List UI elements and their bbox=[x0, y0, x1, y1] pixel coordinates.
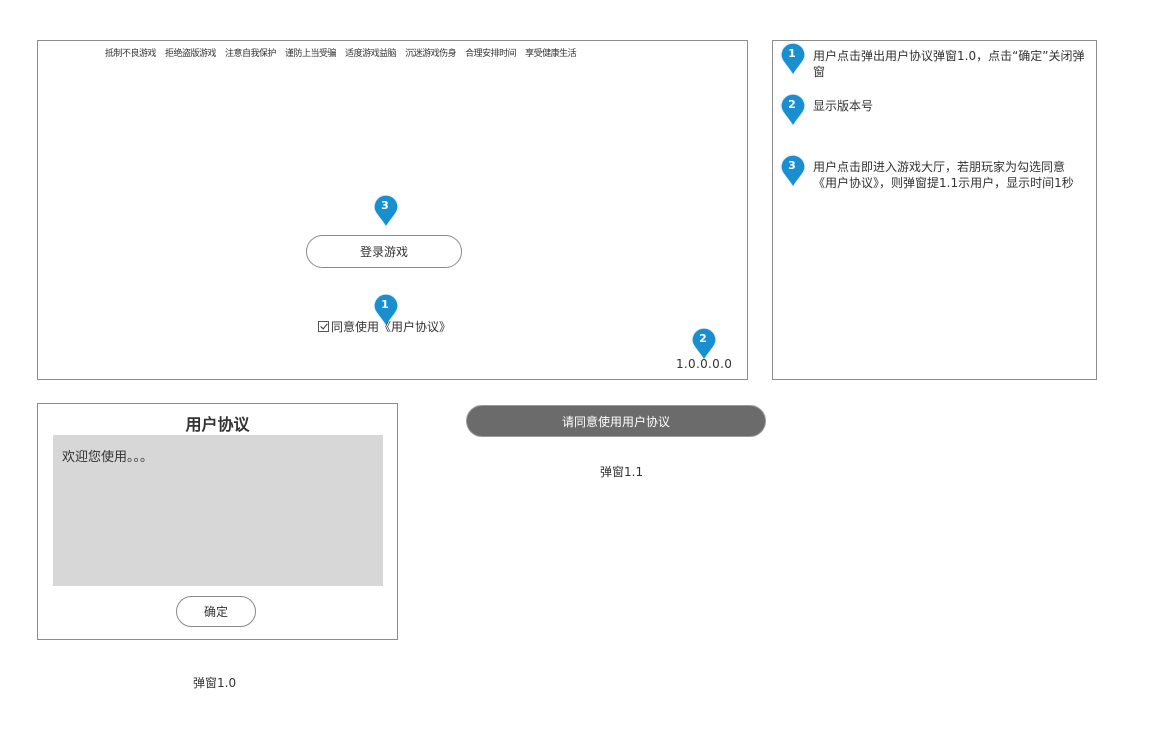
note-text-1: 用户点击弹出用户协议弹窗1.0，点击“确定”关闭弹窗 bbox=[813, 49, 1085, 79]
toast-caption: 弹窗1.1 bbox=[600, 465, 644, 479]
note-text-3: 用户点击即进入游戏大厅，若朋玩家为勾选同意《用户协议》，则弹窗提1.1示用户，显… bbox=[813, 160, 1074, 190]
user-agreement-link[interactable]: 《用户协议》 bbox=[379, 318, 451, 335]
annotation-notes-panel bbox=[772, 40, 1097, 380]
marker-number: 1 bbox=[381, 298, 389, 311]
version-number: 1.0.0.0.0 bbox=[676, 357, 733, 371]
note-text-2: 显示版本号 bbox=[813, 99, 874, 113]
slogan-item: 适度游戏益脑 bbox=[345, 49, 397, 59]
slogan-item: 拒绝盗版游戏 bbox=[165, 49, 217, 59]
slogan-item: 注意自我保护 bbox=[225, 49, 277, 59]
agreement-content-text: 欢迎您使用。。。 bbox=[62, 450, 154, 465]
annotation-marker-3: 3 bbox=[373, 195, 399, 229]
slogan-item: 谨防上当受骗 bbox=[285, 49, 337, 59]
marker-number: 3 bbox=[381, 199, 389, 212]
health-slogan-bar: 抵制不良游戏 拒绝盗版游戏 注意自我保护 谨防上当受骗 适度游戏益脑 沉迷游戏伤身 合理安排… bbox=[105, 46, 585, 59]
agreement-row: 同意使用 《用户协议》 bbox=[318, 318, 451, 335]
login-game-button[interactable]: 登录游戏 bbox=[306, 235, 462, 268]
agree-reminder-toast: 请同意使用用户协议 bbox=[466, 405, 766, 437]
note-marker-2: 2 bbox=[780, 94, 806, 128]
popup-caption: 弹窗1.0 bbox=[193, 676, 237, 690]
marker-number: 1 bbox=[788, 47, 796, 60]
agree-label: 同意使用 bbox=[331, 320, 380, 334]
slogan-item: 合理安排时间 bbox=[465, 49, 517, 59]
popup-title: 用户协议 bbox=[185, 415, 250, 434]
note-marker-3: 3 bbox=[780, 155, 806, 189]
marker-number: 3 bbox=[788, 159, 796, 172]
marker-number: 2 bbox=[699, 332, 707, 345]
slogan-item: 抵制不良游戏 bbox=[105, 49, 157, 59]
marker-number: 2 bbox=[788, 98, 796, 111]
confirm-button[interactable]: 确定 bbox=[176, 596, 256, 627]
slogan-item: 享受健康生活 bbox=[525, 49, 577, 59]
note-marker-1: 1 bbox=[780, 43, 806, 77]
slogan-item: 沉迷游戏伤身 bbox=[405, 49, 457, 59]
agree-checkbox[interactable] bbox=[318, 321, 329, 332]
